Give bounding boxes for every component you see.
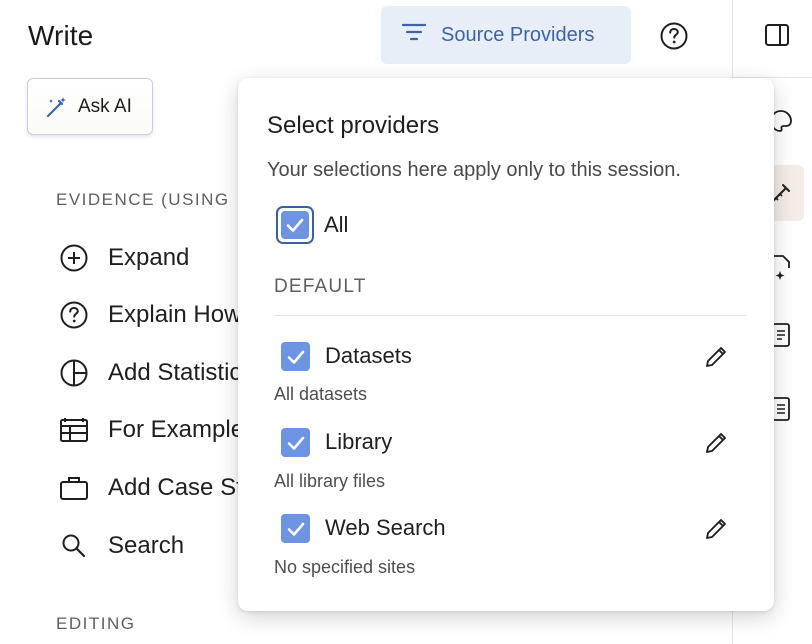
help-icon — [660, 22, 688, 50]
datasets-label: Datasets — [325, 343, 412, 368]
menu-item-label: Explain How — [108, 301, 242, 328]
question-circle-icon — [56, 297, 92, 333]
ask-ai-label: Ask AI — [78, 95, 132, 117]
pencil-icon — [706, 519, 726, 539]
library-label: Library — [325, 429, 393, 454]
checkmark-icon — [281, 211, 309, 239]
edit-library-button[interactable] — [701, 428, 731, 458]
ask-ai-button[interactable]: Ask AI — [27, 78, 153, 135]
section-divider — [274, 315, 746, 316]
web-search-label: Web Search — [325, 515, 446, 540]
default-section-label: DEFAULT — [274, 276, 367, 297]
panel-toggle-button[interactable] — [762, 20, 792, 50]
menu-item-label: Add Statistics — [108, 359, 254, 386]
page-title: Write — [28, 20, 94, 51]
checkmark-icon — [287, 350, 304, 364]
menu-item-add-statistics[interactable]: Add Statistics — [56, 355, 256, 391]
search-icon — [56, 528, 92, 564]
menu-item-search[interactable]: Search — [56, 528, 256, 564]
all-label: All — [324, 212, 349, 237]
all-checkbox[interactable] — [276, 206, 314, 244]
popover-title: Select providers — [267, 112, 440, 139]
plus-circle-icon — [56, 240, 92, 276]
pencil-icon — [706, 433, 726, 453]
checkmark-icon — [287, 522, 304, 536]
sidebar-toggle-icon — [765, 24, 789, 46]
edit-datasets-button[interactable] — [701, 342, 731, 372]
popover-subtitle: Your selections here apply only to this … — [267, 159, 681, 181]
table-icon — [56, 412, 92, 448]
pencil-icon — [706, 347, 726, 367]
library-checkbox[interactable] — [281, 428, 310, 457]
source-providers-label: Source Providers — [441, 23, 595, 46]
source-providers-button[interactable]: Source Providers — [381, 6, 631, 64]
briefcase-icon — [56, 470, 92, 506]
menu-item-label: Expand — [108, 244, 190, 271]
write-page: Write Source Providers Ask AI EVIDENCE (… — [0, 0, 812, 644]
section-evidence: EVIDENCE (USING — [56, 190, 230, 209]
sparkle-wand-icon — [46, 96, 66, 117]
section-editing: EDITING — [56, 614, 136, 633]
web-search-checkbox[interactable] — [281, 514, 310, 543]
checkmark-icon — [287, 436, 304, 450]
filter-icon — [401, 22, 427, 48]
datasets-description: All datasets — [274, 384, 368, 404]
menu-item-for-example[interactable]: For Example — [56, 412, 256, 448]
web-search-description: No specified sites — [274, 557, 416, 577]
menu-item-label: Search — [108, 532, 185, 559]
library-description: All library files — [274, 471, 386, 491]
menu-item-explain-how[interactable]: Explain How — [56, 297, 256, 333]
pie-chart-icon — [56, 355, 92, 391]
menu-item-label: For Example — [108, 416, 245, 443]
edit-web-search-button[interactable] — [701, 514, 731, 544]
datasets-checkbox[interactable] — [281, 342, 310, 371]
select-providers-popover: Select providers Your selections here ap… — [238, 78, 774, 611]
menu-item-expand[interactable]: Expand — [56, 240, 256, 276]
menu-item-add-case-study[interactable]: Add Case Study — [56, 470, 281, 506]
help-button[interactable] — [658, 20, 690, 52]
